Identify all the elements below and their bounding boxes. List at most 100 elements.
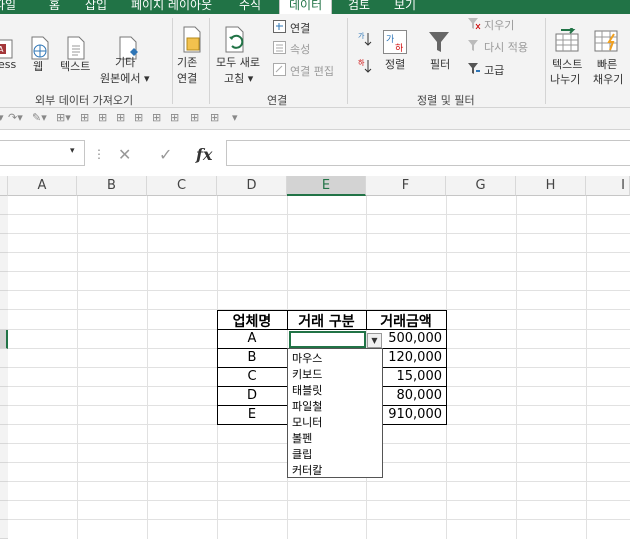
border-left-icon[interactable]: ⊞ bbox=[152, 111, 161, 124]
row-header[interactable] bbox=[0, 444, 8, 463]
header-trade-type[interactable]: 거래 구분 bbox=[287, 311, 366, 330]
validation-dropdown-button[interactable]: ▼ bbox=[367, 333, 382, 348]
column-header-c[interactable]: C bbox=[147, 176, 217, 196]
header-company[interactable]: 업체명 bbox=[217, 311, 287, 330]
name-box[interactable]: ▾ bbox=[0, 140, 85, 166]
web-icon bbox=[31, 36, 49, 60]
chevron-down-icon[interactable]: ▾ bbox=[70, 146, 75, 156]
column-header-i[interactable]: I bbox=[586, 176, 630, 196]
row-header[interactable] bbox=[0, 234, 8, 253]
reapply-label: 다시 적용 bbox=[484, 41, 528, 54]
header-trade-amount[interactable]: 거래금액 bbox=[366, 311, 446, 330]
refresh-label-1: 모두 새로 bbox=[216, 56, 260, 69]
row-header[interactable] bbox=[0, 406, 8, 425]
paint-icon[interactable]: ✎▾ bbox=[32, 111, 47, 124]
dropdown-item[interactable]: 키보드 bbox=[292, 366, 322, 382]
active-cell[interactable] bbox=[289, 331, 366, 348]
dropdown-item[interactable]: 태블릿 bbox=[292, 382, 322, 398]
svg-text:가: 가 bbox=[358, 31, 365, 40]
border-all-icon[interactable]: ⊞ bbox=[80, 111, 89, 124]
svg-text:A: A bbox=[0, 45, 4, 54]
border-inner-icon[interactable]: ⊞ bbox=[98, 111, 107, 124]
row-header[interactable] bbox=[0, 520, 8, 539]
tab-file[interactable]: 파일 bbox=[0, 0, 16, 13]
row-header[interactable] bbox=[0, 291, 8, 310]
clear-filter-icon bbox=[468, 18, 481, 30]
customize-toolbar-icon[interactable]: ▾ bbox=[232, 111, 238, 124]
select-all-corner[interactable] bbox=[0, 176, 8, 196]
dropdown-item[interactable]: 클립 bbox=[292, 446, 312, 462]
row-header[interactable] bbox=[0, 425, 8, 444]
tab-review[interactable]: 검토 bbox=[348, 0, 370, 13]
row-header[interactable] bbox=[0, 501, 8, 520]
border-outer-icon[interactable]: ⊞ bbox=[116, 111, 125, 124]
formula-bar-grip-icon: ⋮ bbox=[93, 147, 105, 161]
company-cell[interactable]: B bbox=[217, 350, 287, 367]
row-header[interactable] bbox=[0, 463, 8, 482]
table-border bbox=[382, 386, 446, 387]
svg-text:하: 하 bbox=[358, 58, 365, 67]
refresh-label-2: 고침 ▾ bbox=[224, 72, 254, 85]
border-top-icon[interactable]: ⊞ bbox=[190, 111, 199, 124]
border-icon[interactable]: ⊞▾ bbox=[56, 111, 71, 124]
tab-home[interactable]: 홈 bbox=[49, 0, 60, 13]
tab-data[interactable]: 데이터 bbox=[279, 0, 333, 14]
column-header-f[interactable]: F bbox=[366, 176, 446, 196]
enter-icon[interactable]: ✓ bbox=[159, 145, 172, 164]
column-header-a[interactable]: A bbox=[8, 176, 77, 196]
cancel-icon[interactable]: ✕ bbox=[118, 145, 131, 164]
existing-connections-icon bbox=[183, 26, 201, 53]
formula-input[interactable] bbox=[226, 140, 630, 166]
undo-dropdown-icon[interactable]: ▾ bbox=[0, 111, 4, 124]
amount-cell[interactable]: 15,000 bbox=[382, 369, 446, 386]
dropdown-item[interactable]: 파일철 bbox=[292, 398, 322, 414]
row-header-selected[interactable] bbox=[0, 330, 8, 349]
column-header-d[interactable]: D bbox=[217, 176, 287, 196]
column-header-h[interactable]: H bbox=[516, 176, 586, 196]
tab-view[interactable]: 보기 bbox=[394, 0, 416, 13]
column-header-b[interactable]: B bbox=[77, 176, 147, 196]
row-header[interactable] bbox=[0, 253, 8, 272]
row-header[interactable] bbox=[0, 387, 8, 406]
sort-filter-group-label: 정렬 및 필터 bbox=[417, 94, 475, 107]
amount-cell[interactable]: 80,000 bbox=[382, 388, 446, 405]
filter-funnel-icon bbox=[429, 32, 449, 52]
access-icon: A bbox=[0, 39, 13, 59]
connections-icon bbox=[273, 20, 286, 33]
dropdown-item[interactable]: 모니터 bbox=[292, 414, 322, 430]
table-border bbox=[217, 367, 287, 368]
dropdown-item[interactable]: 마우스 bbox=[292, 350, 322, 366]
other-label-2: 원본에서 ▾ bbox=[100, 72, 150, 85]
table-border bbox=[217, 348, 287, 349]
insert-function-icon[interactable]: fx bbox=[196, 145, 212, 164]
amount-cell[interactable]: 120,000 bbox=[382, 350, 446, 367]
company-cell[interactable]: D bbox=[217, 388, 287, 405]
row-header[interactable] bbox=[0, 196, 8, 215]
tab-page-layout[interactable]: 페이지 레이아웃 bbox=[131, 0, 212, 13]
row-header[interactable] bbox=[0, 272, 8, 291]
company-cell[interactable]: C bbox=[217, 369, 287, 386]
border-thick-icon[interactable]: ⊞ bbox=[134, 111, 143, 124]
dropdown-item[interactable]: 커터칼 bbox=[292, 462, 322, 478]
company-cell[interactable]: E bbox=[217, 407, 287, 424]
tab-formulas[interactable]: 수식 bbox=[239, 0, 261, 13]
row-header[interactable] bbox=[0, 310, 8, 330]
company-cell[interactable]: A bbox=[217, 331, 287, 348]
amount-cell[interactable]: 910,000 bbox=[382, 407, 446, 424]
flash-fill-icon bbox=[594, 30, 618, 52]
border-bottom-icon[interactable]: ⊞ bbox=[210, 111, 219, 124]
existing-label-1: 기존 bbox=[177, 56, 198, 69]
column-header-g[interactable]: G bbox=[446, 176, 516, 196]
row-header[interactable] bbox=[0, 482, 8, 501]
amount-cell[interactable]: 500,000 bbox=[382, 331, 446, 348]
redo-icon[interactable]: ↷▾ bbox=[8, 111, 23, 124]
column-header-e[interactable]: E bbox=[287, 176, 366, 196]
row-header[interactable] bbox=[0, 368, 8, 387]
row-header[interactable] bbox=[0, 349, 8, 368]
dropdown-item[interactable]: 볼펜 bbox=[292, 430, 312, 446]
border-right-icon[interactable]: ⊞ bbox=[170, 111, 179, 124]
sort-ascending-icon: 가 bbox=[358, 31, 372, 46]
row-header[interactable] bbox=[0, 215, 8, 234]
tab-insert[interactable]: 삽입 bbox=[85, 0, 107, 13]
grid-line bbox=[516, 196, 517, 539]
